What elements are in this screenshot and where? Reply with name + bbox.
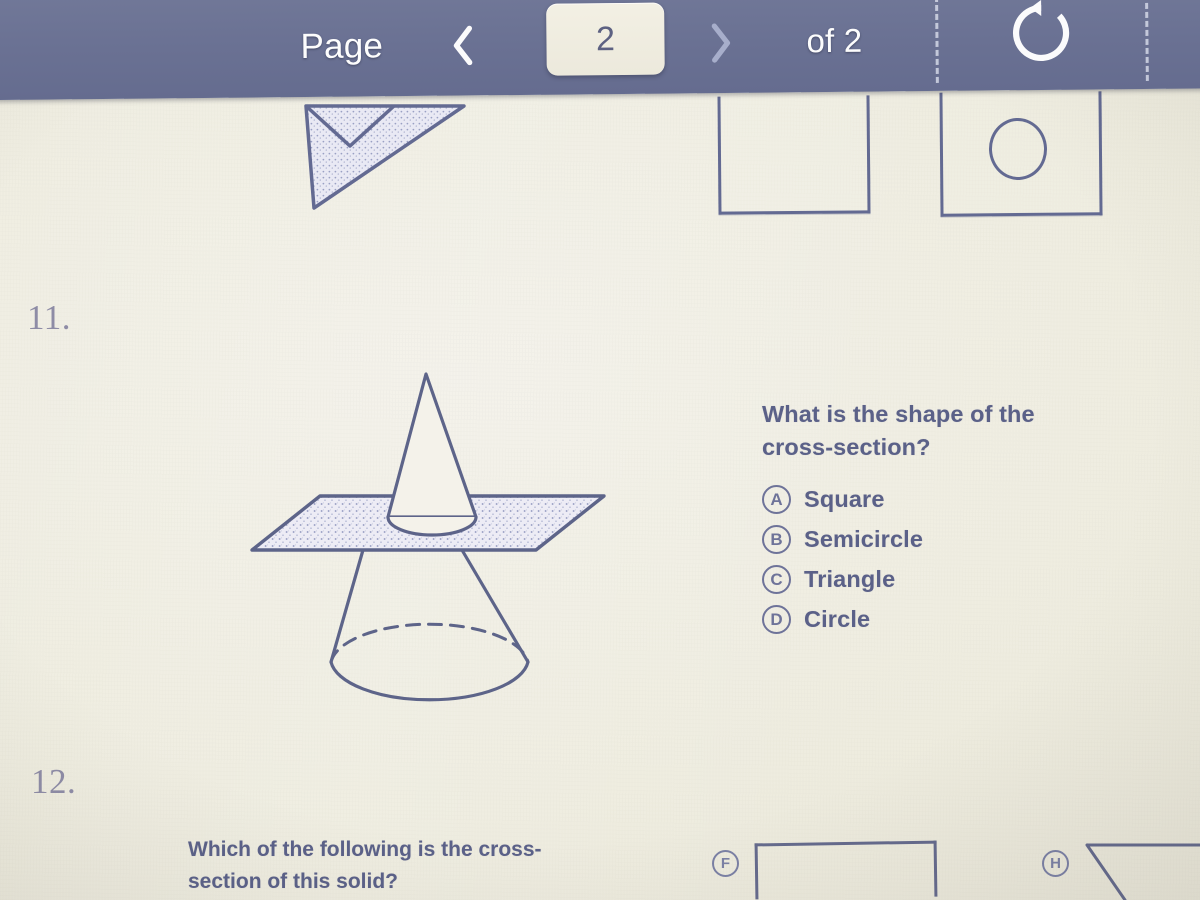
answer-choice-a[interactable]: A Square bbox=[762, 484, 1162, 514]
answer-label-b: Semicircle bbox=[804, 525, 924, 552]
worksheet-page: 11. What is the shape of the cross-secti… bbox=[0, 0, 1200, 900]
rectangle-shape-icon bbox=[754, 840, 938, 900]
question-11-prompt: What is the shape of the cross-section? bbox=[762, 401, 1035, 461]
chevron-right-icon[interactable] bbox=[707, 21, 733, 65]
empty-rectangle-shape-icon bbox=[717, 95, 871, 215]
question-12-number: 12. bbox=[31, 762, 77, 801]
answer-label-c: Triangle bbox=[804, 565, 896, 592]
refresh-icon[interactable] bbox=[1006, 0, 1077, 68]
answer-bubble-h[interactable]: H bbox=[1042, 850, 1069, 877]
answer-bubble-d[interactable]: D bbox=[762, 604, 791, 634]
trapezoid-shape-icon bbox=[1085, 842, 1200, 900]
question-11-choices: A Square B Semicircle C Triangle D Circl… bbox=[762, 484, 1162, 634]
answer-bubble-a[interactable]: A bbox=[762, 484, 791, 514]
answer-bubble-b[interactable]: B bbox=[762, 524, 791, 554]
answer-bubble-f[interactable]: F bbox=[712, 850, 739, 877]
answer-bubble-c[interactable]: C bbox=[762, 564, 791, 594]
page-navigation-toolbar: Page 2 of 2 bbox=[0, 0, 1200, 100]
answer-label-d: Circle bbox=[804, 605, 871, 632]
answer-label-a: Square bbox=[804, 485, 885, 512]
answer-choice-d[interactable]: D Circle bbox=[762, 604, 1162, 634]
page-number-input[interactable]: 2 bbox=[546, 2, 665, 76]
toolbar-divider-left bbox=[934, 0, 939, 83]
question-12-prompt: Which of the following is the cross-sect… bbox=[188, 838, 542, 893]
total-pages-label: of 2 bbox=[806, 21, 863, 60]
answer-choice-h[interactable]: H bbox=[1042, 842, 1200, 900]
toolbar-divider-right bbox=[1144, 0, 1149, 81]
answer-choice-f[interactable]: F bbox=[712, 840, 938, 900]
cutoff-shapes-row bbox=[0, 91, 1200, 236]
answer-choice-c[interactable]: C Triangle bbox=[762, 564, 1162, 594]
question-11-block: What is the shape of the cross-section? … bbox=[762, 398, 1162, 645]
answer-choice-b[interactable]: B Semicircle bbox=[762, 524, 1162, 554]
chevron-left-icon[interactable] bbox=[449, 23, 475, 67]
cone-cross-section-figure bbox=[236, 362, 636, 704]
shaded-plane-shape-icon bbox=[292, 104, 478, 216]
page-label: Page bbox=[300, 26, 384, 67]
question-11-number: 11. bbox=[27, 298, 71, 337]
